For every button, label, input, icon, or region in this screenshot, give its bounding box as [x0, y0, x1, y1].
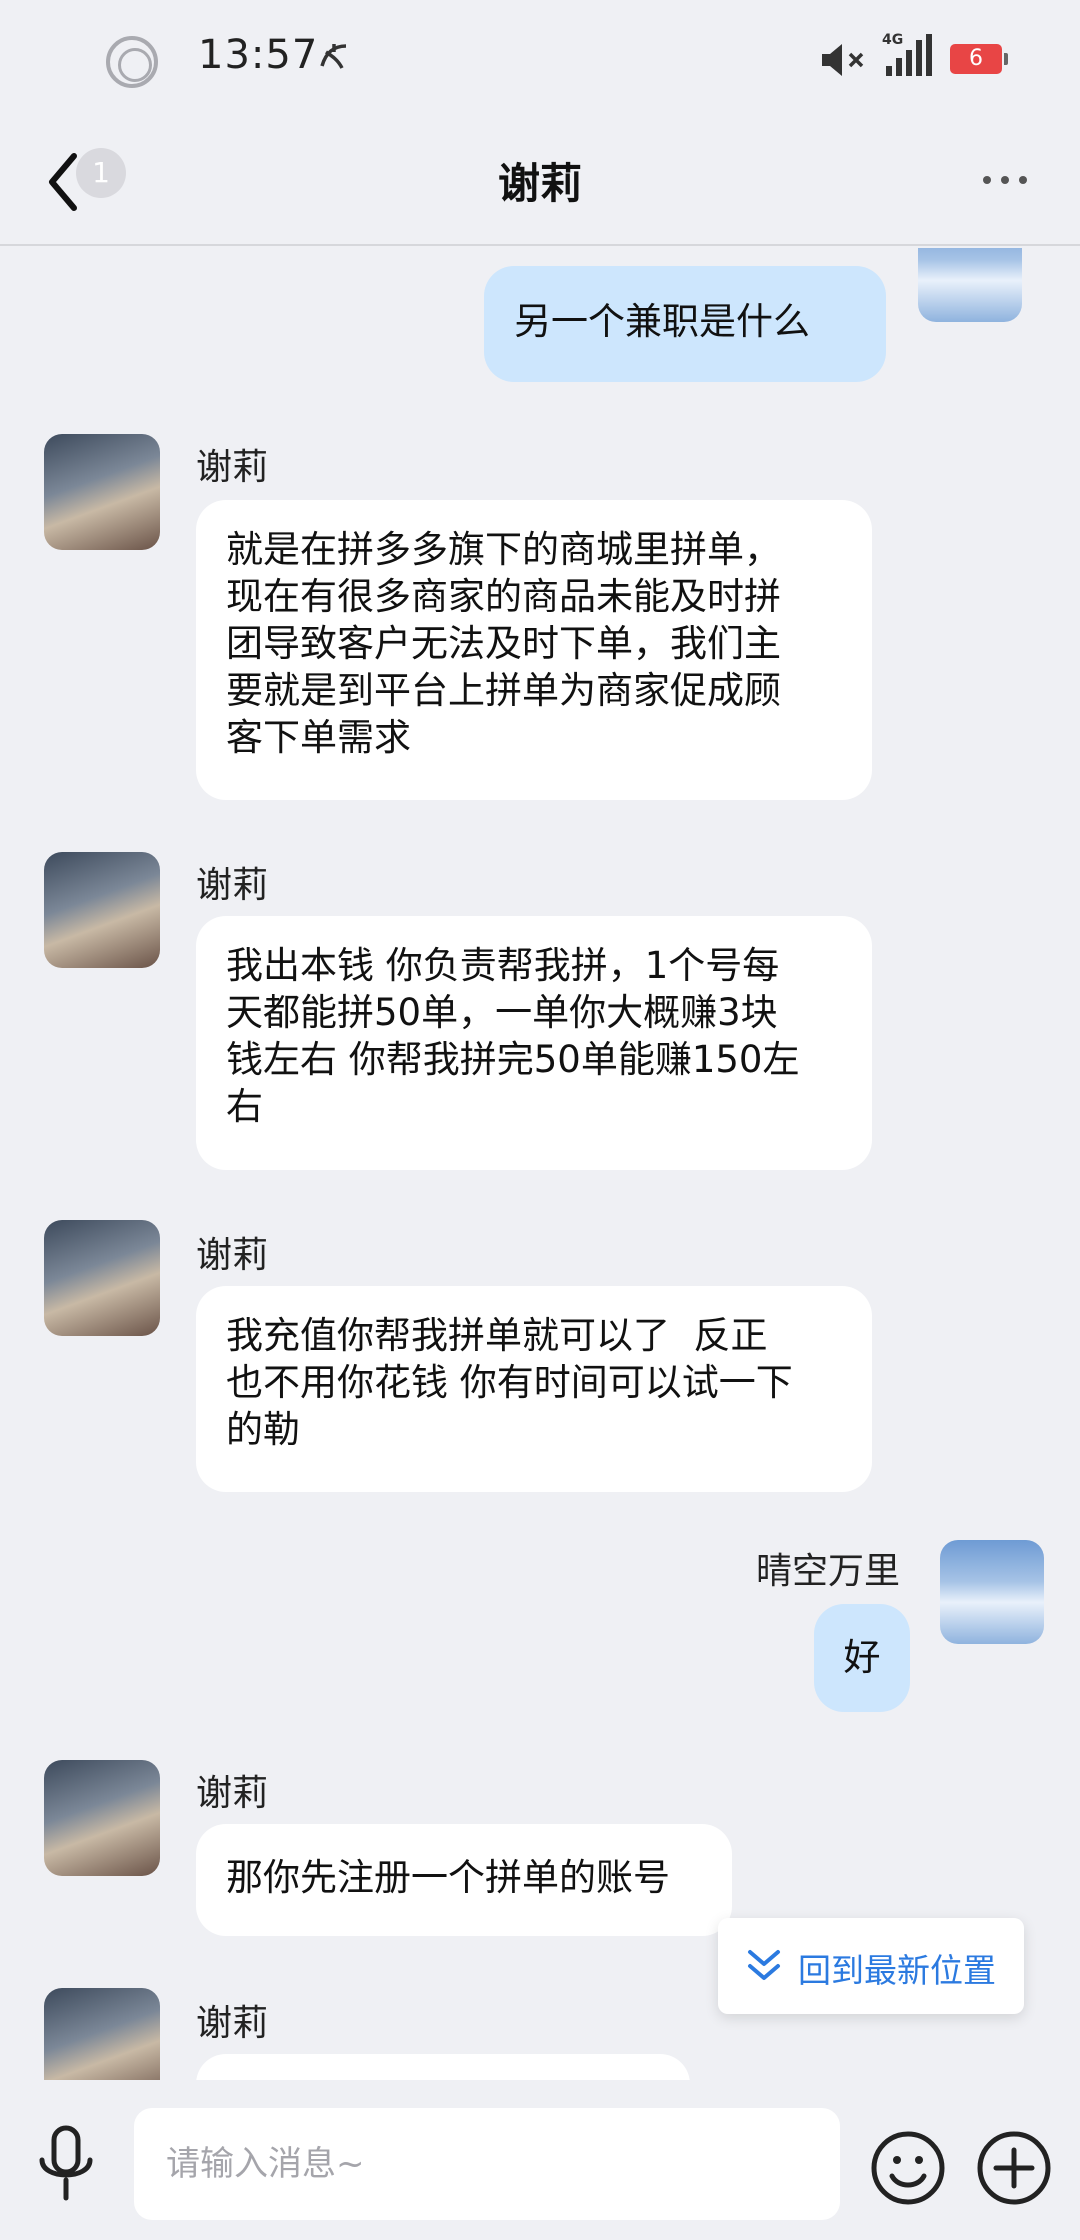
message-bubble[interactable] [196, 2054, 690, 2080]
message-bubble[interactable]: 我出本钱 你负责帮我拼，1个号每 天都能拼50单，一单你大概赚3块 钱左右 你帮… [196, 916, 872, 1170]
message-bubble[interactable]: 就是在拼多多旗下的商城里拼单， 现在有很多商家的商品未能及时拼 团导致客户无法及… [196, 500, 872, 800]
contact-avatar[interactable] [44, 434, 160, 550]
carrier-icon [320, 44, 347, 69]
message-text: 我出本钱 你负责帮我拼，1个号每 天都能拼50单，一单你大概赚3块 钱左右 你帮… [226, 944, 800, 1128]
more-dots-icon[interactable] [980, 160, 1030, 200]
message-bubble-mine[interactable]: 好 [814, 1604, 910, 1712]
contact-avatar[interactable] [44, 852, 160, 968]
input-bar [0, 2080, 1080, 2240]
status-time: 13:57 [198, 32, 319, 78]
mute-icon [822, 44, 864, 76]
jump-to-latest-button[interactable]: 回到最新位置 [718, 1918, 1024, 2014]
message-bubble[interactable]: 我充值你帮我拼单就可以了 反正 也不用你花钱 你有时间可以试一下 的勒 [196, 1286, 872, 1492]
message-input[interactable] [134, 2108, 840, 2220]
sender-name: 谢莉 [196, 2003, 269, 2044]
sender-name: 谢莉 [196, 865, 269, 906]
message-bubble-mine[interactable]: 另一个兼职是什么 [484, 266, 886, 382]
status-ring-icon [106, 36, 158, 88]
sender-name: 谢莉 [196, 1773, 269, 1814]
chat-title: 谢莉 [497, 159, 582, 208]
contact-avatar[interactable] [44, 1760, 160, 1876]
signal-icon: 4G [882, 32, 934, 80]
message-text: 我充值你帮我拼单就可以了 反正 也不用你花钱 你有时间可以试一下 的勒 [226, 1314, 793, 1451]
sender-name: 谢莉 [196, 447, 269, 488]
message-text: 好 [843, 1636, 881, 1679]
contact-avatar[interactable] [44, 1220, 160, 1336]
battery-icon: 6 [950, 44, 1008, 74]
my-avatar[interactable] [940, 1540, 1044, 1644]
contact-avatar[interactable] [44, 1988, 160, 2080]
my-avatar[interactable] [918, 248, 1022, 322]
message-bubble[interactable]: 那你先注册一个拼单的账号 [196, 1824, 732, 1936]
emoji-icon[interactable] [870, 2130, 946, 2206]
status-bar: 13:57 4G 6 [0, 0, 1080, 120]
message-text: 就是在拼多多旗下的商城里拼单， 现在有很多商家的商品未能及时拼 团导致客户无法及… [226, 528, 781, 759]
jump-to-latest-label: 回到最新位置 [798, 1951, 996, 1990]
chat-header: 1 谢莉 [0, 120, 1080, 246]
microphone-icon[interactable] [32, 2124, 100, 2204]
message-list[interactable]: 另一个兼职是什么 谢莉 就是在拼多多旗下的商城里拼单， 现在有很多商家的商品未能… [0, 248, 1080, 2080]
plus-circle-icon[interactable] [976, 2130, 1052, 2206]
my-name: 晴空万里 [756, 1551, 901, 1592]
double-chevron-down-icon [748, 1950, 780, 1980]
message-text: 那你先注册一个拼单的账号 [226, 1856, 670, 1899]
message-text: 另一个兼职是什么 [514, 300, 810, 343]
sender-name: 谢莉 [196, 1235, 269, 1276]
